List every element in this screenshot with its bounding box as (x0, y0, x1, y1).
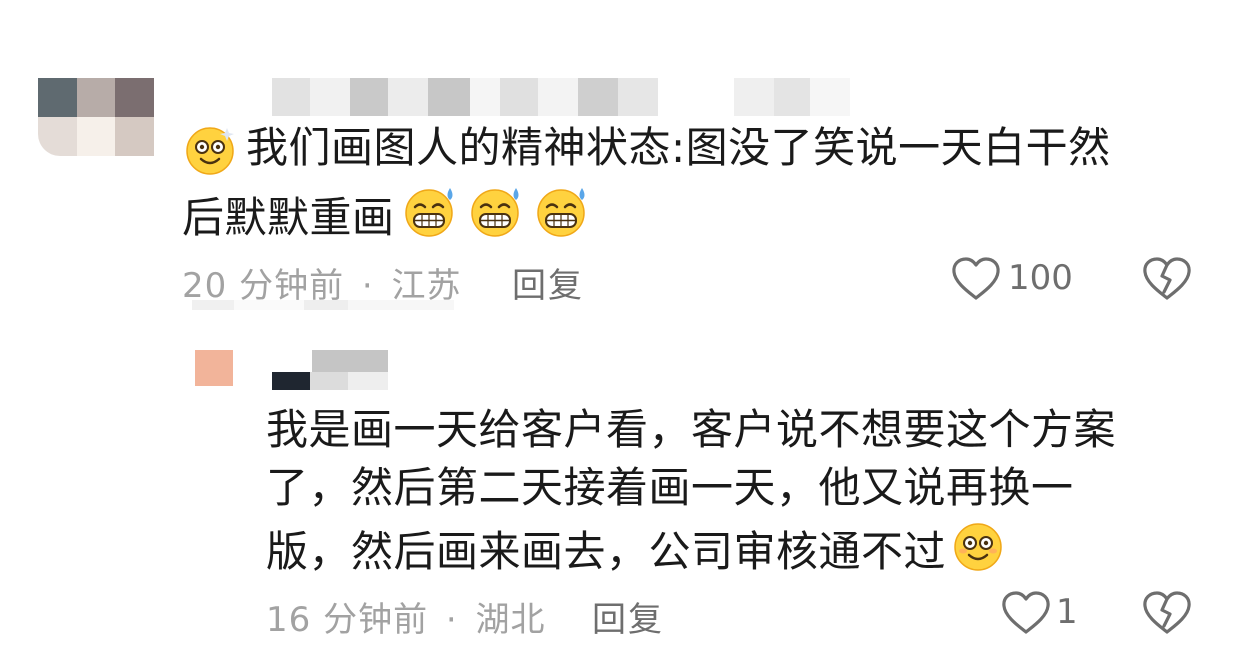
comment-time: 16 分钟前 (266, 600, 429, 640)
username-blurred[interactable] (272, 78, 934, 116)
comment-location: 湖北 (475, 600, 546, 640)
dizzy-smile-emoji (183, 122, 237, 176)
dislike-button[interactable] (1142, 256, 1192, 302)
comment-text-segment: 版，然后画来画去，公司审核通不过 (266, 527, 947, 576)
grin-sweat-emoji (467, 184, 525, 252)
meta-separator: · (445, 600, 458, 640)
dislike-button[interactable] (1142, 590, 1192, 636)
grin-sweat-emoji (401, 184, 459, 252)
comment-text-segment: 后默默重画 (182, 193, 395, 242)
comment-text-line: 后默默重画 (182, 184, 591, 252)
comment-text-line: 我们画图人的精神状态:图没了笑说一天白干然 (246, 123, 1111, 172)
username-blurred[interactable] (272, 350, 388, 390)
dizzy-smile-emoji (950, 518, 1006, 586)
comment-meta: 16 分钟前 · 湖北 (266, 592, 546, 641)
comment-text-line: 了，然后第二天接着画一天，他又说再换一 (266, 463, 1074, 512)
reply-button[interactable]: 回复 (512, 258, 584, 307)
broken-heart-icon (1143, 591, 1191, 634)
avatar[interactable] (38, 78, 154, 156)
broken-heart-icon (1143, 257, 1191, 300)
like-button[interactable] (950, 256, 1002, 302)
like-count: 100 (1008, 258, 1073, 298)
grin-sweat-emoji (533, 184, 591, 252)
blurred-strip (192, 300, 454, 310)
comment-text-line: 我是画一天给客户看，客户说不想要这个方案 (266, 405, 1117, 454)
reply-button[interactable]: 回复 (592, 592, 664, 641)
heart-outline-icon (952, 257, 1000, 300)
comment-text-line: 版，然后画来画去，公司审核通不过 (266, 518, 1006, 586)
avatar[interactable] (195, 350, 233, 386)
like-button[interactable] (1000, 590, 1052, 636)
heart-outline-icon (1002, 591, 1050, 634)
like-count: 1 (1056, 592, 1078, 632)
